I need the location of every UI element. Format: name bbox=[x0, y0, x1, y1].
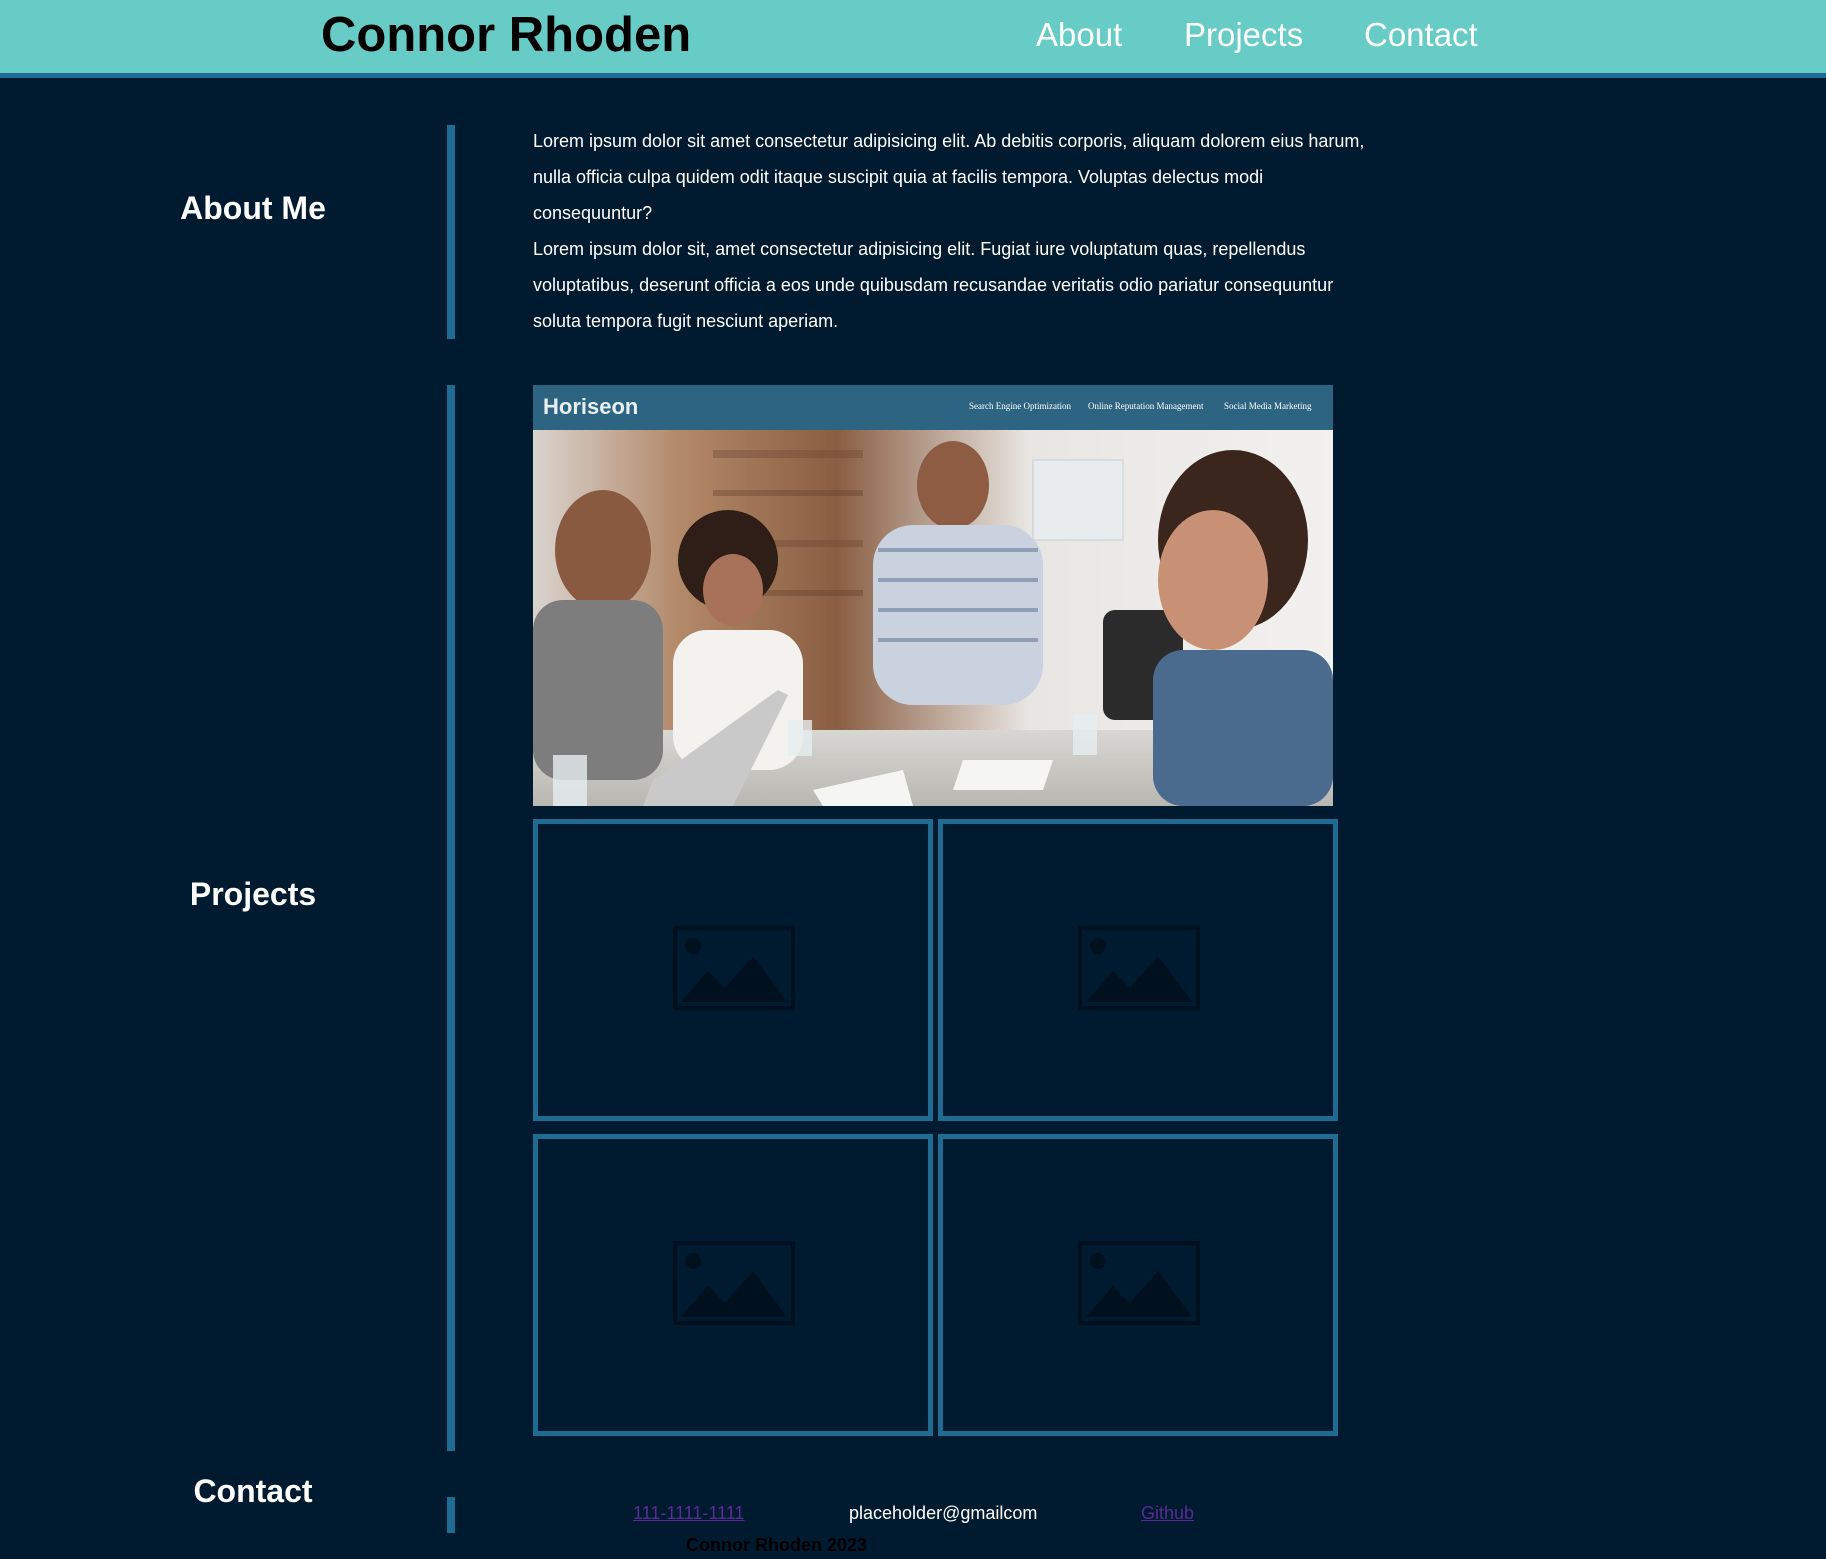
project-placeholder[interactable] bbox=[533, 1134, 933, 1436]
image-placeholder-icon bbox=[1078, 1241, 1200, 1325]
about-paragraph-1: Lorem ipsum dolor sit amet consectetur a… bbox=[533, 131, 1365, 223]
about-paragraph-2: Lorem ipsum dolor sit, amet consectetur … bbox=[533, 239, 1334, 331]
nav-about-link[interactable]: About bbox=[1036, 14, 1122, 56]
image-placeholder-icon bbox=[1078, 926, 1200, 1010]
about-text: Lorem ipsum dolor sit amet consectetur a… bbox=[533, 123, 1378, 339]
about-heading: About Me bbox=[180, 190, 326, 226]
projects-heading: Projects bbox=[189, 876, 317, 912]
email-text: placeholder@gmailcom bbox=[849, 1503, 1038, 1523]
image-placeholder-icon bbox=[673, 926, 795, 1010]
featured-nav-item: Social Media Marketing bbox=[1224, 401, 1312, 411]
image-placeholder-icon bbox=[673, 1241, 795, 1325]
project-placeholder[interactable] bbox=[938, 1134, 1338, 1436]
featured-project-navbar: Horiseon Search Engine Optimization Onli… bbox=[533, 385, 1333, 430]
footer-text: Connor Rhoden 2023 bbox=[686, 1535, 868, 1555]
featured-nav-item: Search Engine Optimization bbox=[969, 401, 1071, 411]
contact-heading: Contact bbox=[193, 1473, 313, 1509]
project-placeholder[interactable] bbox=[533, 819, 933, 1121]
about-divider bbox=[447, 125, 455, 339]
contact-divider bbox=[447, 1497, 455, 1533]
phone-link[interactable]: 111-1111-1111 bbox=[633, 1502, 744, 1524]
projects-divider bbox=[447, 385, 455, 1451]
site-title: Connor Rhoden bbox=[321, 8, 692, 62]
nav-contact-link[interactable]: Contact bbox=[1364, 14, 1478, 56]
featured-project-brand: Horiseon bbox=[543, 394, 639, 419]
nav-projects-link[interactable]: Projects bbox=[1184, 14, 1303, 56]
github-link[interactable]: Github bbox=[1141, 1502, 1194, 1524]
featured-project[interactable]: Horiseon Search Engine Optimization Onli… bbox=[533, 385, 1333, 806]
featured-project-photo bbox=[533, 430, 1333, 806]
project-placeholder[interactable] bbox=[938, 819, 1338, 1121]
featured-nav-item: Online Reputation Management bbox=[1088, 401, 1204, 411]
site-header: Connor Rhoden About Projects Contact bbox=[0, 0, 1826, 78]
